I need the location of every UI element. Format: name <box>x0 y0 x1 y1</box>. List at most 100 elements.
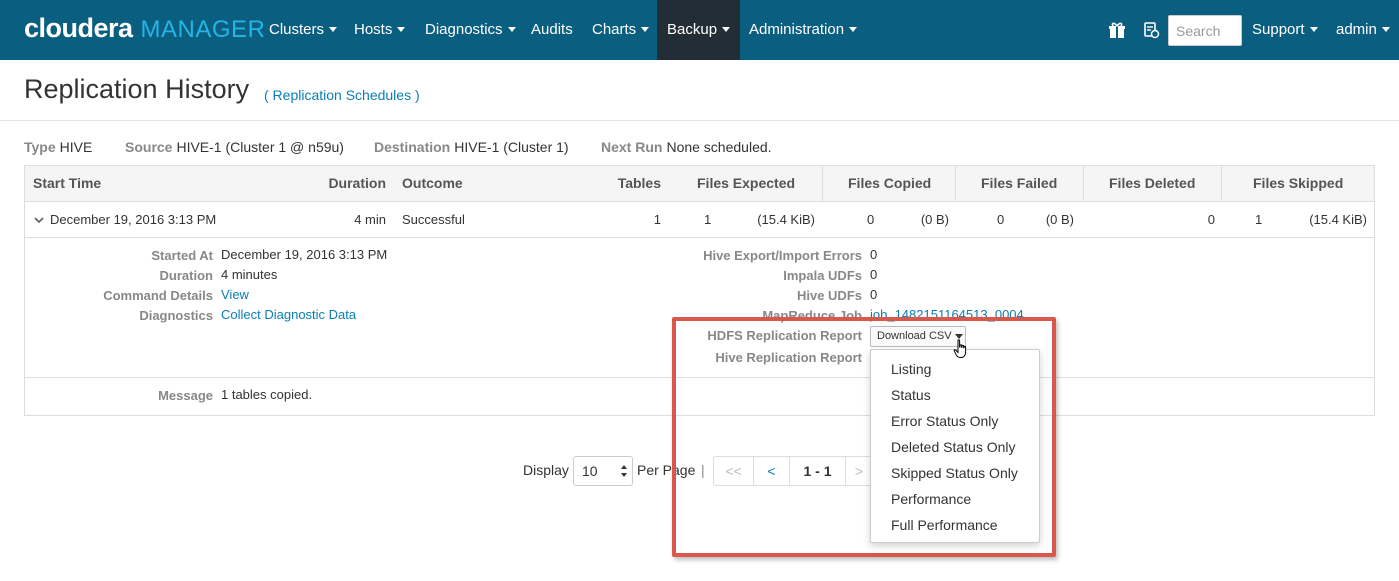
meta-source-value: HIVE-1 (Cluster 1 @ n59u) <box>176 139 344 155</box>
chevron-down-icon <box>397 26 406 32</box>
nav-backup[interactable]: Backup <box>657 0 741 60</box>
meta-destination-value: HIVE-1 (Cluster 1) <box>454 139 569 155</box>
nav-clusters-label: Clusters <box>269 21 325 38</box>
nav-user-label: admin <box>1336 21 1377 38</box>
nav-backup-label: Backup <box>667 21 718 38</box>
cell-files-copied-size: (0 B) <box>920 212 949 227</box>
replication-schedules-link[interactable]: ( Replication Schedules ) <box>264 87 420 103</box>
chevron-down-icon <box>329 26 338 32</box>
per-page-select[interactable]: 10 <box>573 456 633 486</box>
nav-diagnostics-label: Diagnostics <box>425 21 503 38</box>
table-header: Start Time Duration Outcome Tables Files… <box>25 166 1374 202</box>
meta-next-run-value: None scheduled. <box>666 139 772 155</box>
display-label: Display <box>523 462 569 478</box>
column-divider <box>955 166 956 202</box>
chevron-down-icon <box>849 26 858 32</box>
nav-clusters[interactable]: Clusters <box>269 0 338 60</box>
title-divider <box>0 120 1399 121</box>
logo-main: cloudera <box>24 13 133 43</box>
nav-audits[interactable]: Audits <box>531 0 573 60</box>
column-header-duration[interactable]: Duration <box>275 166 386 201</box>
meta-next-run-label: Next Run <box>601 139 663 155</box>
menu-item-error-status-only[interactable]: Error Status Only <box>891 413 998 429</box>
cell-files-failed-size: (0 B) <box>1045 212 1074 227</box>
nav-audits-label: Audits <box>531 21 573 38</box>
table-row[interactable]: December 19, 2016 3:13 PM 4 min Successf… <box>25 202 1374 238</box>
meta-type-label: Type <box>24 139 56 155</box>
nav-hosts[interactable]: Hosts <box>354 0 406 60</box>
meta-destination-label: Destination <box>374 139 451 155</box>
nav-diagnostics[interactable]: Diagnostics <box>425 0 516 60</box>
cell-duration: 4 min <box>354 212 386 227</box>
logo-sub: MANAGER <box>140 16 266 43</box>
cell-files-failed: 0 <box>997 212 1005 227</box>
menu-item-deleted-status-only[interactable]: Deleted Status Only <box>891 439 1016 455</box>
cell-files-skipped: 1 <box>1255 212 1263 227</box>
column-header-tables[interactable]: Tables <box>595 166 661 201</box>
cell-files-expected-size: (15.4 KiB) <box>757 212 815 227</box>
cell-files-copied: 0 <box>867 212 875 227</box>
per-page-value: 10 <box>582 463 598 479</box>
cell-start-time: December 19, 2016 3:13 PM <box>50 212 217 227</box>
nav-administration[interactable]: Administration <box>749 0 858 60</box>
cell-outcome: Successful <box>402 212 465 227</box>
menu-item-status[interactable]: Status <box>891 387 931 403</box>
started-at-value: December 19, 2016 3:13 PM <box>221 247 388 262</box>
hive-udfs-value: 0 <box>870 287 878 302</box>
cloudera-manager-logo[interactable]: cloudera MANAGER <box>24 13 265 43</box>
hive-udfs-label: Hive UDFs <box>796 288 862 303</box>
nav-support-label: Support <box>1252 21 1305 38</box>
chevron-down-icon <box>1309 26 1318 32</box>
nav-charts[interactable]: Charts <box>592 0 650 60</box>
page-title: Replication History <box>24 74 250 104</box>
meta-source: Source HIVE-1 (Cluster 1 @ n59u) <box>125 139 344 155</box>
column-header-files-failed[interactable]: Files Failed <box>981 166 1057 201</box>
column-header-files-copied[interactable]: Files Copied <box>848 166 931 201</box>
impala-udfs-label: Impala UDFs <box>783 268 862 283</box>
nav-administration-label: Administration <box>749 21 845 38</box>
column-header-files-skipped[interactable]: Files Skipped <box>1253 166 1343 201</box>
cell-files-expected: 1 <box>704 212 712 227</box>
nav-charts-label: Charts <box>592 21 637 38</box>
message-label: Message <box>158 388 213 403</box>
meta-next-run: Next Run None scheduled. <box>601 139 772 155</box>
cell-files-deleted: 0 <box>1207 212 1215 227</box>
duration-value: 4 minutes <box>221 267 278 282</box>
column-header-outcome[interactable]: Outcome <box>402 166 463 201</box>
menu-item-listing[interactable]: Listing <box>891 361 931 377</box>
running-commands-icon[interactable] <box>1142 21 1160 39</box>
cell-tables: 1 <box>653 212 661 227</box>
meta-source-label: Source <box>125 139 173 155</box>
download-csv-menu: Listing Status Error Status Only Deleted… <box>870 349 1040 543</box>
gift-icon[interactable] <box>1108 21 1126 39</box>
nav-user-menu[interactable]: admin <box>1336 0 1390 60</box>
chevron-down-icon <box>507 26 516 32</box>
menu-item-skipped-status-only[interactable]: Skipped Status Only <box>891 465 1018 481</box>
chevron-down-icon[interactable] <box>34 215 44 225</box>
nav-support[interactable]: Support <box>1252 0 1318 60</box>
hive-errors-label: Hive Export/Import Errors <box>703 248 862 263</box>
nav-hosts-label: Hosts <box>354 21 393 38</box>
column-header-files-expected[interactable]: Files Expected <box>697 166 795 201</box>
meta-destination: Destination HIVE-1 (Cluster 1) <box>374 139 569 155</box>
column-divider <box>1221 166 1222 202</box>
chevron-down-icon <box>722 26 731 32</box>
diagnostics-label: Diagnostics <box>139 308 213 323</box>
command-details-view-link[interactable]: View <box>221 287 249 302</box>
chevron-down-icon <box>1381 26 1390 32</box>
select-arrows-icon <box>621 465 627 477</box>
column-header-files-deleted[interactable]: Files Deleted <box>1109 166 1195 201</box>
menu-item-full-performance[interactable]: Full Performance <box>891 517 998 533</box>
impala-udfs-value: 0 <box>870 267 878 282</box>
duration-label: Duration <box>159 268 213 283</box>
meta-type: Type HIVE <box>24 139 92 155</box>
message-value: 1 tables copied. <box>221 387 313 402</box>
cell-files-skipped-size: (15.4 KiB) <box>1309 212 1367 227</box>
top-navbar: cloudera MANAGER Clusters Hosts Diagnosti… <box>0 0 1399 60</box>
collect-diagnostic-data-link[interactable]: Collect Diagnostic Data <box>221 307 356 322</box>
search-input[interactable] <box>1168 15 1242 46</box>
menu-item-performance[interactable]: Performance <box>891 491 971 507</box>
hive-errors-value: 0 <box>870 247 878 262</box>
column-header-start-time[interactable]: Start Time <box>33 166 101 201</box>
hand-pointer-icon <box>953 339 967 358</box>
